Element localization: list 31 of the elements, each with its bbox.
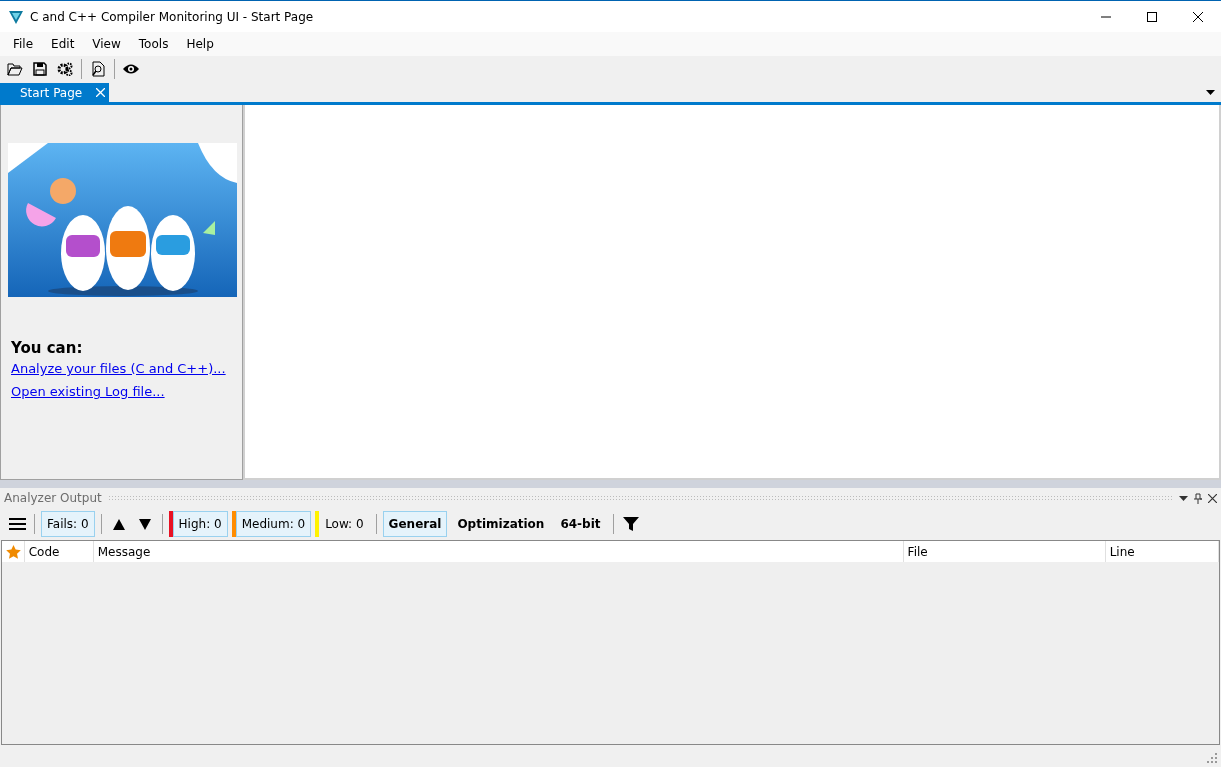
pin-icon[interactable] xyxy=(1194,492,1202,504)
menu-item[interactable]: Tools xyxy=(129,35,178,53)
link[interactable]: Open existing Log file... xyxy=(11,384,165,399)
resize-grip-icon[interactable] xyxy=(1206,752,1218,764)
filter-toggle[interactable]: 64-bit xyxy=(554,511,607,537)
filter-toggle[interactable]: Low: 0 xyxy=(319,511,370,537)
dropdown-icon[interactable] xyxy=(1179,495,1188,501)
star-icon xyxy=(6,544,21,559)
filter-toggle[interactable]: High: 0 xyxy=(172,511,228,537)
app-logo-icon xyxy=(8,8,24,25)
filter-toggle[interactable]: Optimization xyxy=(451,511,551,537)
maximize-icon xyxy=(1146,10,1158,23)
section-heading: You can: xyxy=(11,339,84,357)
menu-item[interactable]: File xyxy=(4,35,43,53)
close-icon xyxy=(1192,10,1204,23)
tab[interactable]: Start Page xyxy=(0,83,110,102)
filter-toggle[interactable]: Medium: 0 xyxy=(235,511,312,537)
window-title: C and C++ Compiler Monitoring UI - Start Page xyxy=(30,9,315,24)
menu-item[interactable]: Help xyxy=(177,35,223,53)
link[interactable]: Analyze your files (C and C++)... xyxy=(11,361,226,376)
column-header[interactable]: Message xyxy=(93,541,904,562)
dropdown-icon[interactable] xyxy=(1206,90,1215,95)
menu-item[interactable]: View xyxy=(83,35,130,53)
filter-toggle[interactable]: General xyxy=(382,511,448,537)
panel-title: Analyzer Output xyxy=(4,491,102,505)
menu-item[interactable]: Edit xyxy=(42,35,84,53)
column-header[interactable]: Line xyxy=(1105,541,1219,562)
column-header[interactable]: Code xyxy=(24,541,94,562)
column-header[interactable]: File xyxy=(903,541,1106,562)
filter-toggle[interactable]: Fails: 0 xyxy=(41,511,95,537)
close-icon[interactable] xyxy=(1208,493,1217,503)
